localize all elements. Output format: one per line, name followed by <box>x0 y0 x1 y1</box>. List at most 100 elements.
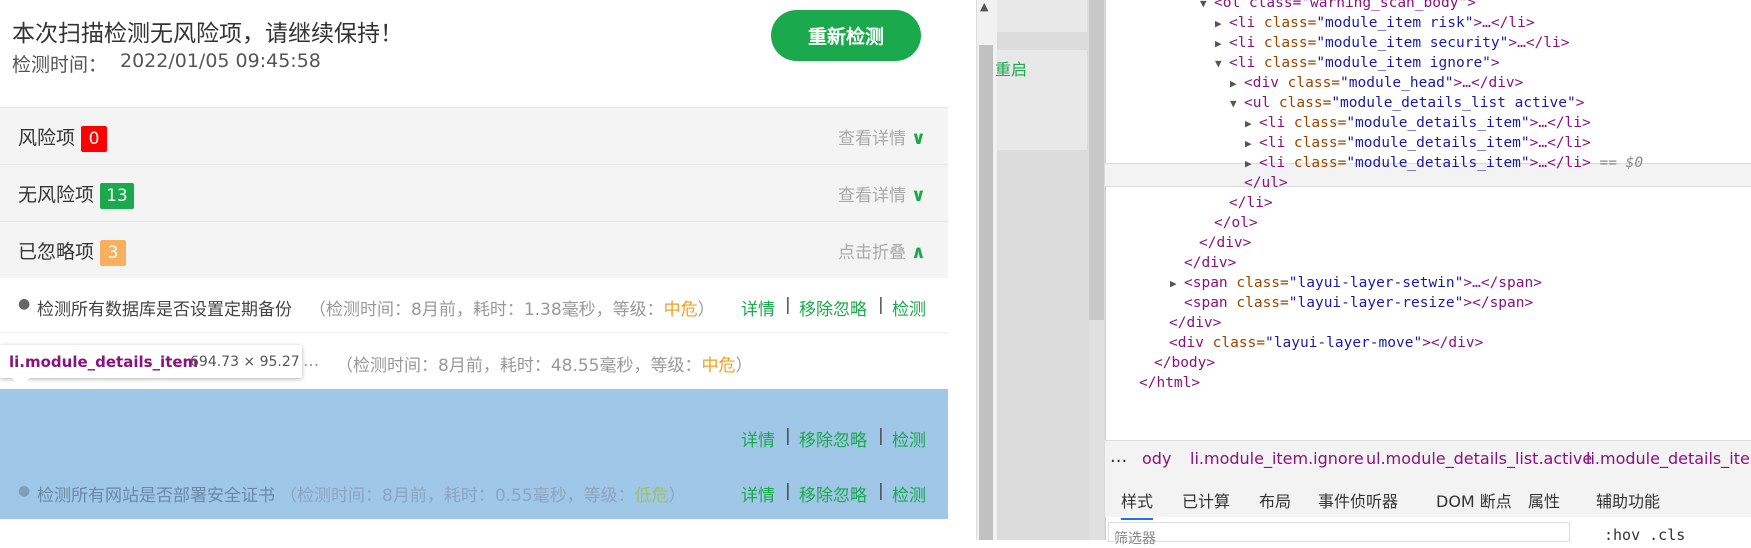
hov-cls-toggle[interactable]: :hov .cls <box>1604 526 1685 544</box>
scan-summary-title: 本次扫描检测无风险项，请继续保持！ <box>12 21 403 47</box>
chevron-down-icon: ∨ <box>911 185 926 206</box>
dom-node-line[interactable]: ▶ <li class="module_item security">…</li> <box>1105 33 1751 53</box>
dom-node-line[interactable]: </body> <box>1105 353 1751 373</box>
dom-tree: ▼ <ol class="warning_scan_body"> ▶ <li clas… <box>1105 0 1751 393</box>
tab-event-listeners[interactable]: 事件侦听器 <box>1318 488 1398 512</box>
dom-node-line[interactable]: <span class="layui-layer-resize"></span> <box>1105 293 1751 313</box>
chevron-down-icon: ∨ <box>911 128 926 149</box>
section-risk[interactable]: 风险项 0 查看详情 ∨ <box>0 107 948 164</box>
dom-node-line[interactable]: ▶ <li class="module_details_item">…</li> <box>1105 133 1751 153</box>
separator: | <box>878 295 884 315</box>
dom-node-line[interactable]: ▶ <li class="module_details_item">…</li> <box>1105 113 1751 133</box>
inspector-tooltip: li.module_details_item 694.73 × 95.27 <box>0 345 302 378</box>
dom-node-line[interactable]: </ol> <box>1105 213 1751 233</box>
unignore-link[interactable]: 移除忽略 <box>799 481 867 506</box>
expand-triangle-closed-icon[interactable]: ▶ <box>1170 274 1184 294</box>
level-badge: 低危 <box>634 486 669 506</box>
separator: | <box>785 295 791 315</box>
dom-node-line[interactable]: </div> <box>1105 253 1751 273</box>
expand-triangle-closed-icon[interactable]: ▶ <box>1215 34 1229 54</box>
bullet-icon: ● <box>18 483 31 499</box>
detail-link[interactable]: 详情 <box>741 481 775 506</box>
separator: | <box>785 481 791 501</box>
scroll-up-arrow-icon[interactable]: ▲ <box>980 0 988 13</box>
tab-accessibility[interactable]: 辅助功能 <box>1596 488 1660 512</box>
expand-triangle-closed-icon[interactable]: ▶ <box>1215 14 1229 34</box>
separator: | <box>878 426 884 446</box>
list-item: ● 检测所有数据库是否设置定期备份 （检测时间：8月前，耗时：1.38毫秒，等级… <box>0 278 948 333</box>
detail-link[interactable]: 详情 <box>741 295 775 320</box>
separator: | <box>785 426 791 446</box>
filter-placeholder: 筛选器 <box>1114 531 1156 547</box>
item-meta: （检测时间：8月前，耗时：0.55毫秒，等级：低危） <box>280 486 686 506</box>
tab-computed[interactable]: 已计算 <box>1182 488 1230 512</box>
breadcrumb-item[interactable]: li.module_item.ignore <box>1190 449 1364 468</box>
scan-result-panel: 本次扫描检测无风险项，请继续保持！ 检测时间： 2022/01/05 09:45… <box>0 0 948 540</box>
item-meta: （检测时间：8月前，耗时：48.55毫秒，等级：中危） <box>336 356 753 376</box>
section-label: 已忽略项 <box>18 241 95 263</box>
risk-count-badge: 0 <box>81 126 108 152</box>
section-no-risk[interactable]: 无风险项 13 查看详情 ∨ <box>0 164 948 221</box>
check-link[interactable]: 检测 <box>892 481 926 506</box>
check-link[interactable]: 检测 <box>892 295 926 320</box>
tab-styles[interactable]: 样式 <box>1121 488 1154 520</box>
dom-node-line[interactable]: </div> <box>1105 313 1751 333</box>
dom-node-line[interactable]: </div> <box>1105 233 1751 253</box>
tooltip-size: 694.73 × 95.27 <box>190 354 300 370</box>
item-name: 检测所有网站是否部署安全证书 <box>37 486 275 506</box>
dom-node-line[interactable]: ▼ <li class="module_item ignore"> <box>1105 53 1751 73</box>
restart-link[interactable]: 重启 <box>995 56 1027 80</box>
expand-triangle-open-icon[interactable]: ▼ <box>1200 0 1214 14</box>
dom-node-line[interactable]: </li> <box>1105 193 1751 213</box>
chevron-up-icon: ∧ <box>911 242 926 263</box>
section-ignored[interactable]: 已忽略项 3 点击折叠 ∧ <box>0 221 948 278</box>
check-link[interactable]: 检测 <box>892 426 926 451</box>
dom-node-line[interactable]: ▶ <span class="layui-layer-setwin">…</spa… <box>1105 273 1751 293</box>
tab-layout[interactable]: 布局 <box>1259 488 1291 512</box>
dom-node-line[interactable]: ▶ <div class="module_head">…</div> <box>1105 73 1751 93</box>
tooltip-tag: li.module_details_item <box>9 353 199 371</box>
level-badge: 中危 <box>701 356 736 376</box>
level-badge: 中危 <box>663 300 698 320</box>
background-scrollbar-thumb[interactable] <box>1089 0 1104 320</box>
breadcrumb-item[interactable]: li.module_details_item <box>1586 449 1751 468</box>
collapse-link[interactable]: 点击折叠 ∧ <box>838 238 926 263</box>
dom-node-line[interactable]: </ul> <box>1105 173 1751 193</box>
item-name: 检测所有数据库是否设置定期备份 <box>37 300 292 320</box>
truncated-item-name: ... <box>303 351 320 371</box>
dom-node-line[interactable]: ▼ <ol class="warning_scan_body"> <box>1105 0 1751 13</box>
ignored-count-badge: 3 <box>100 240 127 266</box>
expand-triangle-open-icon[interactable]: ▼ <box>1230 94 1244 114</box>
expand-triangle-closed-icon[interactable]: ▶ <box>1245 154 1259 174</box>
view-details-link[interactable]: 查看详情 ∨ <box>838 181 926 206</box>
expand-triangle-closed-icon[interactable]: ▶ <box>1230 74 1244 94</box>
view-details-link[interactable]: 查看详情 ∨ <box>838 124 926 149</box>
section-label: 风险项 <box>18 127 76 149</box>
section-label: 无风险项 <box>18 184 95 206</box>
rescan-button[interactable]: 重新检测 <box>771 10 921 61</box>
scan-time-label: 检测时间： <box>12 54 108 76</box>
expand-triangle-closed-icon[interactable]: ▶ <box>1245 114 1259 134</box>
dom-node-line[interactable]: ▶ <li class="module_item risk">…</li> <box>1105 13 1751 33</box>
dom-node-line[interactable]: </html> <box>1105 373 1751 393</box>
detail-link[interactable]: 详情 <box>741 426 775 451</box>
expand-triangle-closed-icon[interactable]: ▶ <box>1245 134 1259 154</box>
dom-node-line[interactable]: <div class="layui-layer-move"></div> <box>1105 333 1751 353</box>
scrollbar-thumb[interactable] <box>979 45 993 540</box>
dom-node-line[interactable]: ▶ <li class="module_details_item">…</li> … <box>1105 153 1751 173</box>
expand-triangle-open-icon[interactable]: ▼ <box>1215 54 1229 74</box>
bullet-icon: ● <box>18 296 31 312</box>
scan-time-value: 2022/01/05 09:45:58 <box>120 50 321 72</box>
filter-input[interactable] <box>1108 522 1570 542</box>
tab-dom-breakpoints[interactable]: DOM 断点 <box>1436 488 1512 512</box>
tooltip-arrow <box>12 378 30 387</box>
breadcrumb-more[interactable]: ... <box>1110 446 1127 467</box>
breadcrumb-item[interactable]: ul.module_details_list.active <box>1366 449 1592 468</box>
item-meta: （检测时间：8月前，耗时：1.38毫秒，等级：中危） <box>309 300 715 320</box>
unignore-link[interactable]: 移除忽略 <box>799 426 867 451</box>
tab-properties[interactable]: 属性 <box>1528 488 1560 512</box>
breadcrumb-item[interactable]: ody <box>1142 449 1171 468</box>
unignore-link[interactable]: 移除忽略 <box>799 295 867 320</box>
dom-node-line[interactable]: ▼ <ul class="module_details_list active"> <box>1105 93 1751 113</box>
no-risk-count-badge: 13 <box>100 183 134 209</box>
